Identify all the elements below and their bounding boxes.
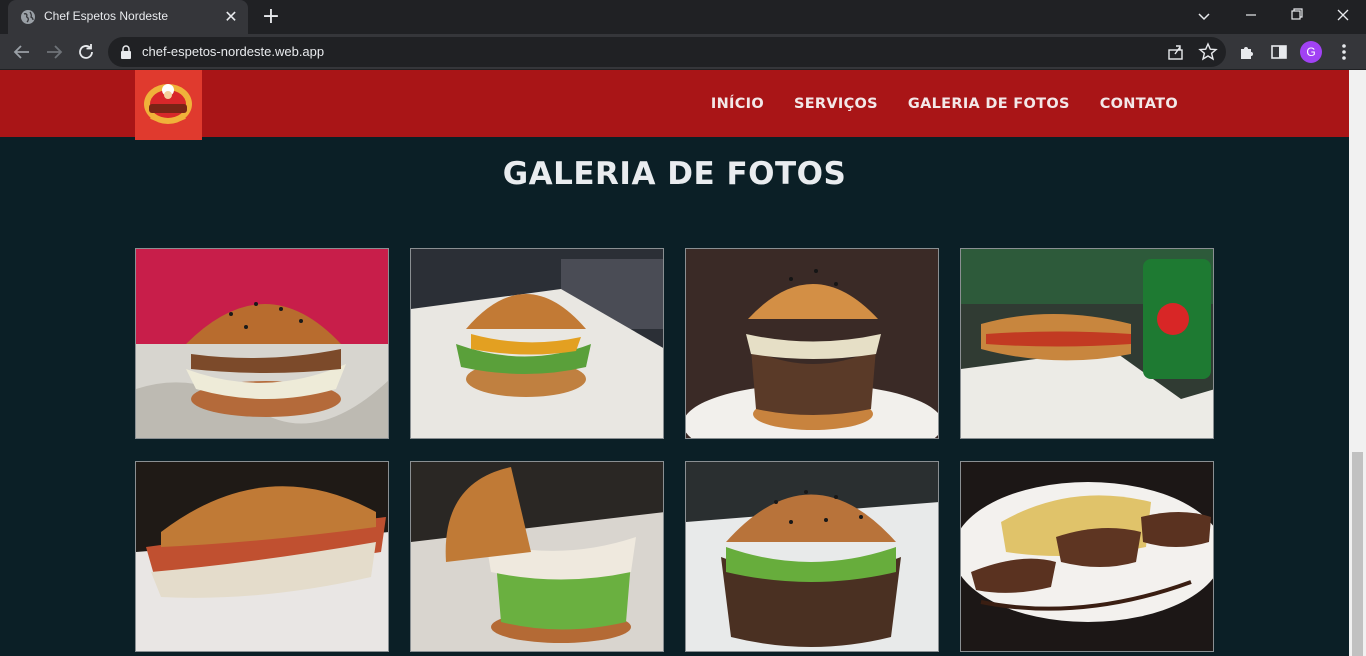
browser-tabbar: Chef Espetos Nordeste ✕ + [0,0,1366,34]
window-close-icon[interactable] [1320,0,1366,30]
restore-icon[interactable] [1274,0,1320,30]
main-nav: INÍCIO SERVIÇOS GALERIA DE FOTOS CONTATO [711,70,1178,137]
gallery-photo[interactable] [135,248,389,439]
burger-image [136,249,388,438]
page-viewport: INÍCIO SERVIÇOS GALERIA DE FOTOS CONTATO… [0,70,1349,656]
steak-plate-image [961,462,1213,651]
gallery-photo[interactable] [410,248,664,439]
extensions-icon[interactable] [1236,41,1258,63]
nav-inicio[interactable]: INÍCIO [711,96,764,112]
avatar[interactable]: G [1300,41,1322,63]
share-icon[interactable] [1166,42,1186,62]
chevron-down-icon[interactable] [1190,5,1218,29]
lock-icon[interactable] [120,45,132,59]
site-logo[interactable] [135,70,202,140]
tab-title: Chef Espetos Nordeste [44,9,169,23]
nav-galeria[interactable]: GALERIA DE FOTOS [908,96,1070,112]
url-text: chef-espetos-nordeste.web.app [142,44,325,59]
reload-icon[interactable] [74,40,98,64]
gallery-title: GALERIA DE FOTOS [502,156,847,192]
burger-image [686,249,938,438]
nav-servicos[interactable]: SERVIÇOS [794,96,878,112]
burger-image [411,249,663,438]
chef-logo-icon [135,70,202,140]
gallery-photo[interactable] [685,461,939,652]
browser-toolbar: chef-espetos-nordeste.web.app G [0,34,1366,70]
back-icon[interactable] [10,40,34,64]
gallery-photo[interactable] [960,461,1214,652]
forward-icon[interactable] [42,40,66,64]
sidepanel-icon[interactable] [1268,41,1290,63]
browser-tab[interactable]: Chef Espetos Nordeste ✕ [8,0,248,34]
sandwich-image [136,462,388,651]
plus-icon[interactable]: + [258,4,284,30]
burger-image [686,462,938,651]
hotdog-image [961,249,1213,438]
gallery-photo[interactable] [685,248,939,439]
burger-image [411,462,663,651]
scrollbar-thumb[interactable] [1352,452,1363,656]
globe-icon [21,10,35,24]
nav-contato[interactable]: CONTATO [1100,96,1178,112]
menu-icon[interactable] [1333,41,1355,63]
gallery-photo[interactable] [135,461,389,652]
gallery-photo[interactable] [410,461,664,652]
gallery-photo[interactable] [960,248,1214,439]
site-header: INÍCIO SERVIÇOS GALERIA DE FOTOS CONTATO [0,70,1349,140]
star-icon[interactable] [1198,42,1218,62]
address-bar[interactable]: chef-espetos-nordeste.web.app [108,37,1226,67]
minimize-icon[interactable] [1228,0,1274,30]
close-icon[interactable]: ✕ [222,8,240,26]
